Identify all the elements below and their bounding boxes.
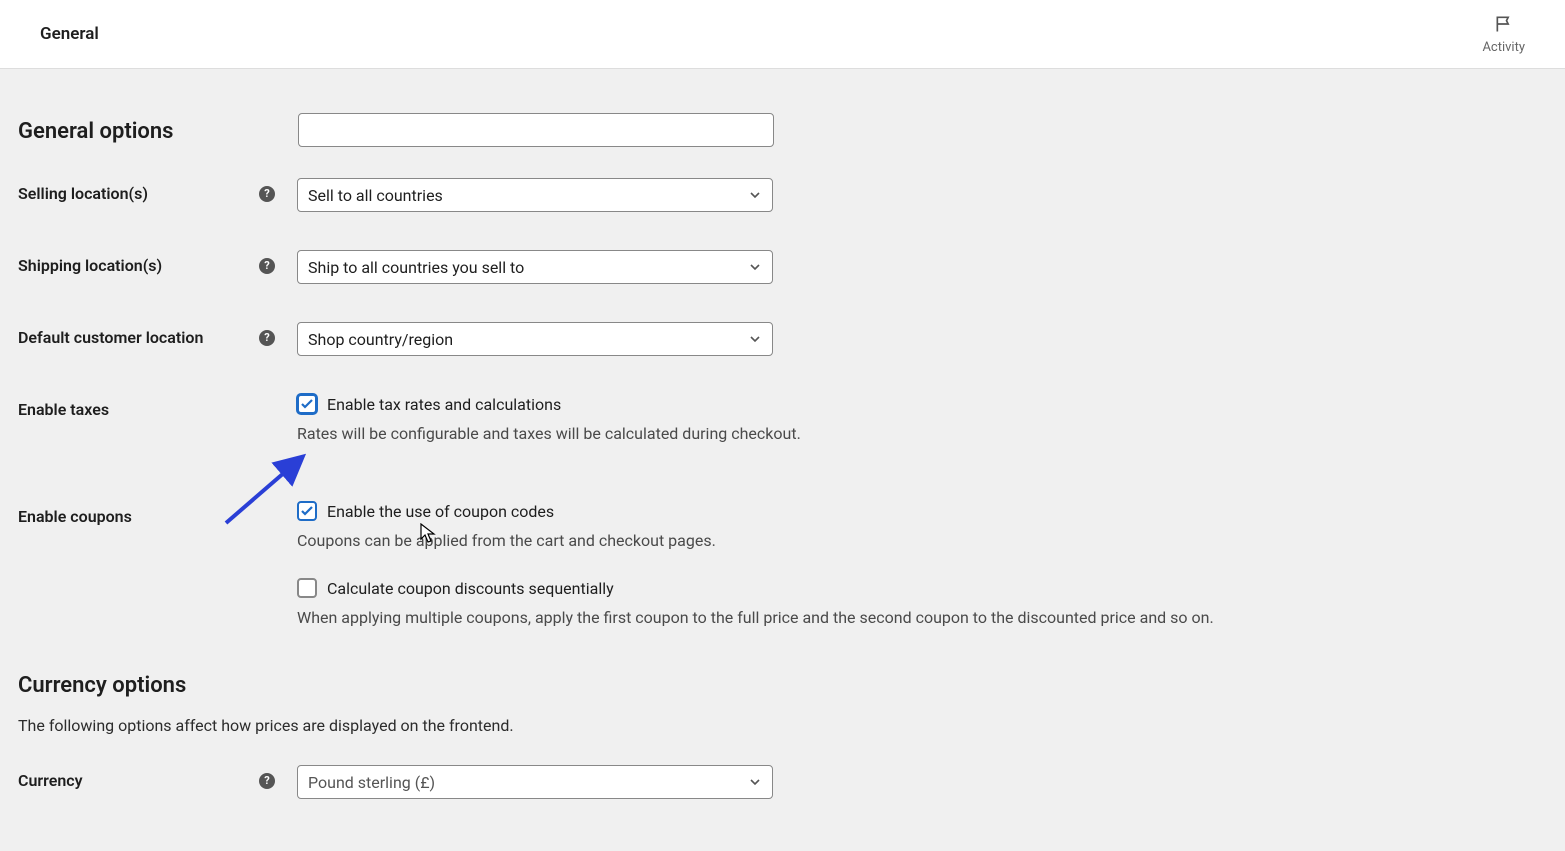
enable-coupons-description: Coupons can be applied from the cart and…	[297, 531, 1547, 550]
activity-label: Activity	[1482, 40, 1525, 55]
help-icon[interactable]: ?	[259, 186, 275, 202]
default-customer-location-select[interactable]: Shop country/region	[297, 322, 773, 356]
help-icon[interactable]: ?	[259, 773, 275, 789]
currency-label: Currency	[18, 771, 255, 790]
field-row-shipping-locations: Shipping location(s) ? Ship to all count…	[18, 250, 1547, 284]
checkmark-icon	[300, 397, 314, 411]
chevron-down-icon	[748, 260, 762, 274]
chevron-down-icon	[748, 775, 762, 789]
enable-coupons-checkbox[interactable]	[297, 501, 317, 521]
selling-locations-value: Sell to all countries	[308, 186, 443, 205]
enable-coupons-checkbox-label: Enable the use of coupon codes	[327, 502, 554, 521]
field-row-enable-taxes: Enable taxes Enable tax rates and calcul…	[18, 394, 1547, 471]
help-icon[interactable]: ?	[259, 258, 275, 274]
shipping-locations-value: Ship to all countries you sell to	[308, 258, 524, 277]
calculate-sequentially-checkbox-label: Calculate coupon discounts sequentially	[327, 579, 614, 598]
general-options-heading: General options	[18, 119, 1547, 144]
enable-taxes-description: Rates will be configurable and taxes wil…	[297, 424, 1547, 443]
checkmark-icon	[300, 504, 314, 518]
enable-coupons-label: Enable coupons	[18, 507, 275, 526]
default-customer-location-value: Shop country/region	[308, 330, 453, 349]
shipping-locations-label: Shipping location(s)	[18, 256, 255, 275]
currency-options-description: The following options affect how prices …	[18, 716, 1547, 735]
flag-icon	[1494, 14, 1514, 38]
enable-taxes-checkbox[interactable]	[297, 394, 317, 414]
selling-locations-select[interactable]: Sell to all countries	[297, 178, 773, 212]
header-bar: General Activity	[0, 0, 1565, 69]
activity-button[interactable]: Activity	[1482, 14, 1525, 55]
field-row-enable-coupons: Enable coupons Enable the use of coupon …	[18, 501, 1547, 627]
selling-locations-label: Selling location(s)	[18, 184, 255, 203]
settings-content: General options Selling location(s) ? Se…	[0, 119, 1565, 799]
calculate-sequentially-checkbox[interactable]	[297, 578, 317, 598]
chevron-down-icon	[748, 332, 762, 346]
field-row-default-customer-location: Default customer location ? Shop country…	[18, 322, 1547, 356]
field-row-currency: Currency ? Pound sterling (£)	[18, 765, 1547, 799]
enable-taxes-label: Enable taxes	[18, 400, 275, 419]
chevron-down-icon	[748, 188, 762, 202]
truncated-select-above[interactable]	[298, 113, 774, 147]
enable-taxes-checkbox-label: Enable tax rates and calculations	[327, 395, 561, 414]
shipping-locations-select[interactable]: Ship to all countries you sell to	[297, 250, 773, 284]
page-title: General	[40, 24, 99, 44]
default-customer-location-label: Default customer location	[18, 328, 255, 347]
help-icon[interactable]: ?	[259, 330, 275, 346]
currency-value: Pound sterling (£)	[308, 773, 435, 792]
currency-select[interactable]: Pound sterling (£)	[297, 765, 773, 799]
calculate-sequentially-description: When applying multiple coupons, apply th…	[297, 608, 1547, 627]
currency-options-heading: Currency options	[18, 673, 1547, 698]
field-row-selling-locations: Selling location(s) ? Sell to all countr…	[18, 178, 1547, 212]
